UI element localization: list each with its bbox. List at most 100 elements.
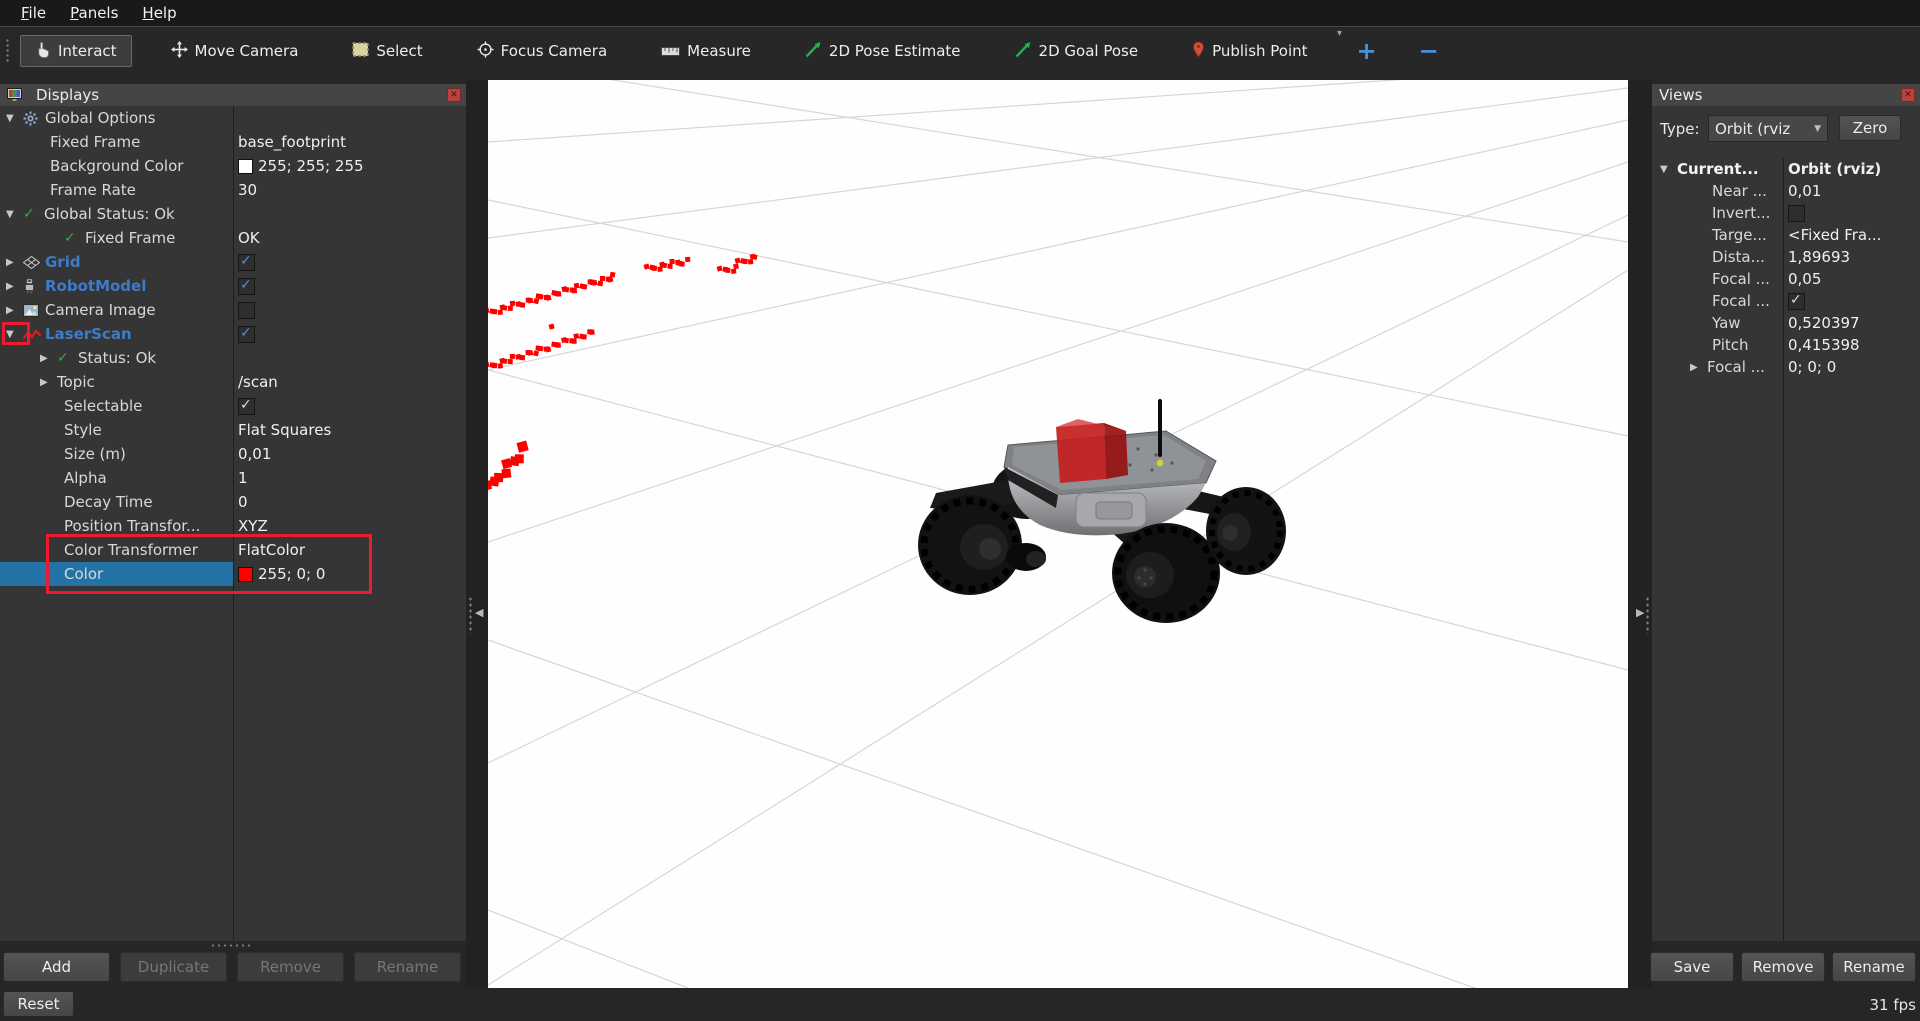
left-splitter-collapse-icon[interactable]: ◀ <box>475 606 483 619</box>
toolbar-overflow-arrow[interactable]: ▾ <box>1337 28 1342 39</box>
display-row-value: 255; 255; 255 <box>258 157 364 175</box>
menu-file[interactable]: File <box>10 2 57 24</box>
toolbar-drag-handle[interactable] <box>5 38 11 64</box>
tool-move-camera[interactable]: Move Camera <box>156 35 314 67</box>
color-swatch[interactable] <box>238 159 253 174</box>
right-splitter[interactable]: ▶ <box>1628 80 1652 988</box>
displays-panel: Displays ✕ ▼Global OptionsFixed Framebas… <box>0 84 466 941</box>
tool-label-select: Select <box>376 42 422 60</box>
views-row-invert[interactable]: Invert... <box>1652 202 1920 224</box>
displays-column-divider[interactable] <box>233 106 234 941</box>
expand-arrow-right-icon[interactable]: ▶ <box>40 377 57 388</box>
gear-icon <box>23 111 45 126</box>
display-label-cell: ✓Fixed Frame <box>0 226 233 250</box>
views-panel-header[interactable]: Views ✕ <box>1652 84 1920 106</box>
checkbox[interactable]: ✓ <box>238 398 255 415</box>
tool-2d-pose-estimate[interactable]: 2D Pose Estimate <box>790 35 976 67</box>
display-row-label: Fixed Frame <box>50 133 140 151</box>
views-column-divider[interactable] <box>1783 158 1784 941</box>
status-ok-check-icon: ✓ <box>23 206 44 222</box>
displays-bottom-splitter-handle[interactable] <box>210 943 250 949</box>
tool-publish-point[interactable]: Publish Point <box>1177 35 1322 67</box>
3d-viewport[interactable] <box>488 80 1628 988</box>
display-value-cell: OK <box>233 226 466 250</box>
left-splitter-handle[interactable] <box>468 596 473 634</box>
views-row-yaw[interactable]: Yaw0,520397 <box>1652 312 1920 334</box>
tool-select[interactable]: Select <box>337 35 437 67</box>
display-value-cell: 1 <box>233 466 466 490</box>
views-row-current[interactable]: ▼Current...Orbit (rviz) <box>1652 158 1920 180</box>
rename-button[interactable]: Rename <box>354 952 461 982</box>
views-type-dropdown[interactable]: Orbit (rviz ▼ <box>1708 115 1828 142</box>
add-button[interactable]: Add <box>3 952 110 982</box>
views-type-label: Type: <box>1660 120 1700 138</box>
tool-label-focus-camera: Focus Camera <box>501 42 607 60</box>
checkbox-check-icon: ✓ <box>240 397 252 413</box>
display-row-label: Position Transfor... <box>64 517 200 535</box>
checkbox[interactable]: ✓ <box>1788 293 1805 310</box>
right-splitter-handle[interactable] <box>1645 596 1650 634</box>
tool-interact[interactable]: Interact <box>20 35 132 67</box>
views-remove-button[interactable]: Remove <box>1741 952 1825 982</box>
views-row-targe[interactable]: Targe...<Fixed Fra... <box>1652 224 1920 246</box>
remove-button[interactable]: Remove <box>237 952 344 982</box>
expand-arrow-right-icon[interactable]: ▶ <box>6 305 23 316</box>
remove-tool-button[interactable]: − <box>1409 37 1449 65</box>
views-label-cell: Focal ... <box>1652 290 1783 312</box>
views-row-focal[interactable]: Focal ... ✓ <box>1652 290 1920 312</box>
displays-panel-header[interactable]: Displays ✕ <box>0 84 466 106</box>
displays-close-icon[interactable]: ✕ <box>447 88 461 102</box>
display-label-cell: Style <box>0 418 233 442</box>
checkbox[interactable]: ✓ <box>238 326 255 343</box>
right-splitter-collapse-icon[interactable]: ▶ <box>1636 606 1644 619</box>
views-rename-button[interactable]: Rename <box>1832 952 1916 982</box>
expand-arrow-down-icon[interactable]: ▼ <box>1660 164 1677 175</box>
expand-arrow-right-icon[interactable]: ▶ <box>40 353 57 364</box>
focus-crosshair-icon <box>477 41 494 62</box>
pose-arrow-icon <box>805 41 822 62</box>
views-row-dista[interactable]: Dista...1,89693 <box>1652 246 1920 268</box>
tool-measure[interactable]: Measure <box>646 35 766 67</box>
views-close-icon[interactable]: ✕ <box>1901 88 1915 102</box>
views-row-pitch[interactable]: Pitch0,415398 <box>1652 334 1920 356</box>
point-pin-icon <box>1192 41 1205 62</box>
checkbox[interactable] <box>1788 205 1805 222</box>
views-type-value: Orbit (rviz <box>1715 120 1790 138</box>
zero-button[interactable]: Zero <box>1839 115 1901 141</box>
display-label-cell: Size (m) <box>0 442 233 466</box>
views-save-button[interactable]: Save <box>1650 952 1734 982</box>
reset-button[interactable]: Reset <box>3 991 74 1017</box>
expand-arrow-down-icon[interactable]: ▼ <box>6 209 23 220</box>
views-row-near[interactable]: Near ...0,01 <box>1652 180 1920 202</box>
checkbox-check-icon: ✓ <box>240 325 252 341</box>
views-label-cell: Focal ... <box>1652 268 1783 290</box>
display-value-cell: ✓ <box>233 274 466 298</box>
tool-2d-goal-pose[interactable]: 2D Goal Pose <box>1000 35 1154 67</box>
checkbox[interactable] <box>238 302 255 319</box>
duplicate-button[interactable]: Duplicate <box>120 952 227 982</box>
checkbox[interactable]: ✓ <box>238 278 255 295</box>
checkbox[interactable]: ✓ <box>238 254 255 271</box>
display-value-cell: base_footprint <box>233 130 466 154</box>
display-row-value: 1 <box>238 469 248 487</box>
views-value-cell: Orbit (rviz) <box>1783 158 1920 180</box>
menu-help[interactable]: Help <box>131 2 187 24</box>
expand-arrow-down-icon[interactable]: ▼ <box>6 113 23 124</box>
tool-label-publish-point: Publish Point <box>1212 42 1307 60</box>
add-tool-button[interactable]: + <box>1347 37 1387 65</box>
rviz-window: FilePanelsHelp Interact Move Camera Select… <box>0 0 1920 1021</box>
views-row-focal[interactable]: ▶Focal ...0; 0; 0 <box>1652 356 1920 378</box>
views-row-focal[interactable]: Focal ...0,05 <box>1652 268 1920 290</box>
menu-panels[interactable]: Panels <box>59 2 129 24</box>
display-row-label: Alpha <box>64 469 107 487</box>
left-splitter[interactable]: ◀ <box>466 80 488 988</box>
display-row-value: /scan <box>238 373 278 391</box>
expand-arrow-right-icon[interactable]: ▶ <box>6 281 23 292</box>
display-value-cell <box>233 346 466 370</box>
tool-focus-camera[interactable]: Focus Camera <box>462 35 622 67</box>
expand-arrow-right-icon[interactable]: ▶ <box>1690 362 1707 373</box>
checkbox-check-icon: ✓ <box>240 277 252 293</box>
expand-arrow-right-icon[interactable]: ▶ <box>6 257 23 268</box>
display-label-cell: Frame Rate <box>0 178 233 202</box>
views-row-value: 0; 0; 0 <box>1788 358 1836 376</box>
